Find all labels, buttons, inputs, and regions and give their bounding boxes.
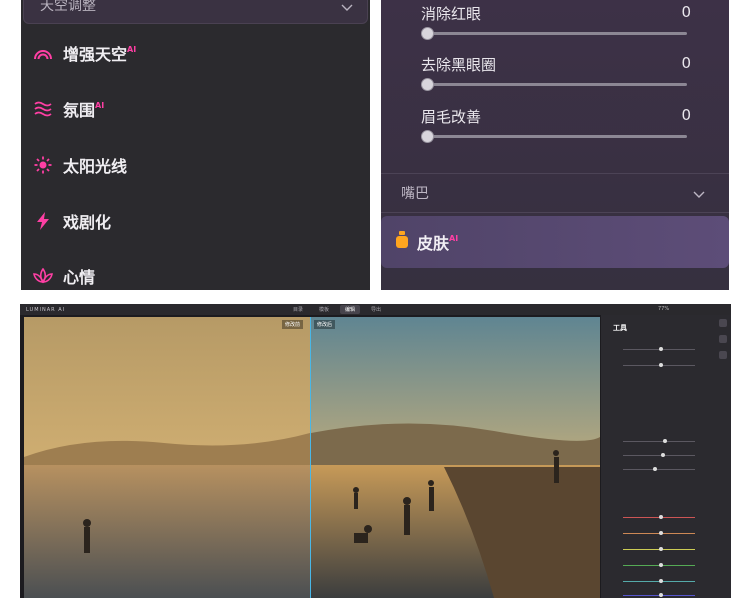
slider-track[interactable]: [421, 78, 687, 91]
slider-track[interactable]: [421, 27, 687, 40]
tab-catalog[interactable]: 目录: [288, 305, 308, 314]
tool-label: 太阳光线: [63, 157, 128, 176]
tool-atmosphere[interactable]: 氛围 AI: [33, 97, 104, 121]
side-icon-strip: [719, 319, 727, 359]
slider-knob[interactable]: [421, 78, 434, 91]
face-tools-panel: 消除红眼 0 去除黑眼圈 0 眉毛改善 0 嘴巴 皮肤 AI: [381, 0, 729, 290]
slider-knob[interactable]: [421, 130, 434, 143]
mini-slider[interactable]: [623, 463, 703, 473]
sun-icon: [33, 155, 53, 175]
mini-slider[interactable]: [623, 543, 703, 553]
lotus-icon: [33, 266, 53, 286]
mini-slider[interactable]: [623, 435, 703, 445]
sky-tools-panel: 天空调整 增强天空 AI 氛围 AI 太阳光线 戏剧化 心情: [21, 0, 370, 290]
skin-bottle-icon: [395, 231, 409, 253]
slider-label: 眉毛改善: [421, 108, 482, 126]
after-label: 修改后: [314, 320, 336, 329]
waves-icon: [33, 99, 53, 119]
tool-label: 增强天空: [63, 45, 128, 64]
slider-value: 0: [681, 54, 691, 72]
app-logo: LUMINAR AI: [26, 306, 66, 313]
slider-eyebrow[interactable]: 眉毛改善 0: [421, 106, 691, 143]
tab-templates[interactable]: 模板: [314, 305, 334, 314]
slider-knob[interactable]: [421, 27, 434, 40]
mini-slider[interactable]: [623, 359, 703, 369]
zoom-level[interactable]: 77%: [658, 306, 669, 312]
beach-sunset-photo: [24, 317, 600, 598]
mini-slider[interactable]: [623, 559, 703, 569]
rainbow-icon: [33, 43, 53, 63]
chevron-down-icon: [341, 1, 353, 15]
mini-slider[interactable]: [623, 575, 703, 585]
mini-slider[interactable]: [623, 449, 703, 459]
tool-mood[interactable]: 心情: [33, 264, 95, 288]
slider-label: 消除红眼: [421, 5, 482, 23]
mini-slider[interactable]: [623, 589, 703, 598]
slider-dark-circles[interactable]: 去除黑眼圈 0: [421, 54, 691, 91]
mouth-label: 嘴巴: [401, 186, 429, 202]
lightning-icon: [33, 211, 53, 231]
luminar-app-window: LUMINAR AI 目录 模板 编辑 导出 77% 修改前 修改后 工具: [20, 304, 731, 598]
history-icon[interactable]: [719, 351, 727, 359]
ai-badge: AI: [95, 100, 105, 110]
tool-enhance-sky[interactable]: 增强天空 AI: [33, 41, 136, 65]
app-title-bar: LUMINAR AI 目录 模板 编辑 导出 77%: [20, 304, 731, 315]
app-tabs: 目录 模板 编辑 导出: [288, 305, 386, 314]
tool-label: 戏剧化: [63, 213, 112, 232]
tool-label: 氛围: [63, 101, 96, 120]
mini-slider[interactable]: [623, 343, 703, 353]
slider-label: 去除黑眼圈: [421, 56, 497, 74]
tab-export[interactable]: 导出: [366, 305, 386, 314]
tool-sunrays[interactable]: 太阳光线: [33, 153, 127, 177]
ai-badge: AI: [449, 233, 459, 243]
before-after-divider[interactable]: [310, 317, 311, 598]
mouth-section-header[interactable]: 嘴巴: [381, 173, 729, 213]
tools-title: 工具: [613, 324, 627, 332]
skin-tool[interactable]: 皮肤 AI: [381, 216, 729, 268]
sky-adjust-label: 天空调整: [40, 0, 96, 14]
skin-label: 皮肤: [417, 234, 450, 253]
slider-value: 0: [681, 3, 691, 21]
chevron-down-icon: [693, 184, 705, 203]
brush-icon[interactable]: [719, 335, 727, 343]
slider-red-eye[interactable]: 消除红眼 0: [421, 3, 691, 40]
slider-value: 0: [681, 106, 691, 124]
mini-slider[interactable]: [623, 511, 703, 521]
tool-dramatic[interactable]: 戏剧化: [33, 209, 111, 233]
tools-sidebar: 工具: [601, 315, 731, 598]
before-label: 修改前: [282, 320, 304, 329]
sliders-icon[interactable]: [719, 319, 727, 327]
ai-badge: AI: [127, 44, 137, 54]
tool-label: 心情: [63, 268, 96, 287]
mini-slider[interactable]: [623, 527, 703, 537]
slider-track[interactable]: [421, 130, 687, 143]
tab-edit[interactable]: 编辑: [340, 305, 361, 314]
sky-adjust-dropdown[interactable]: 天空调整: [23, 0, 368, 24]
